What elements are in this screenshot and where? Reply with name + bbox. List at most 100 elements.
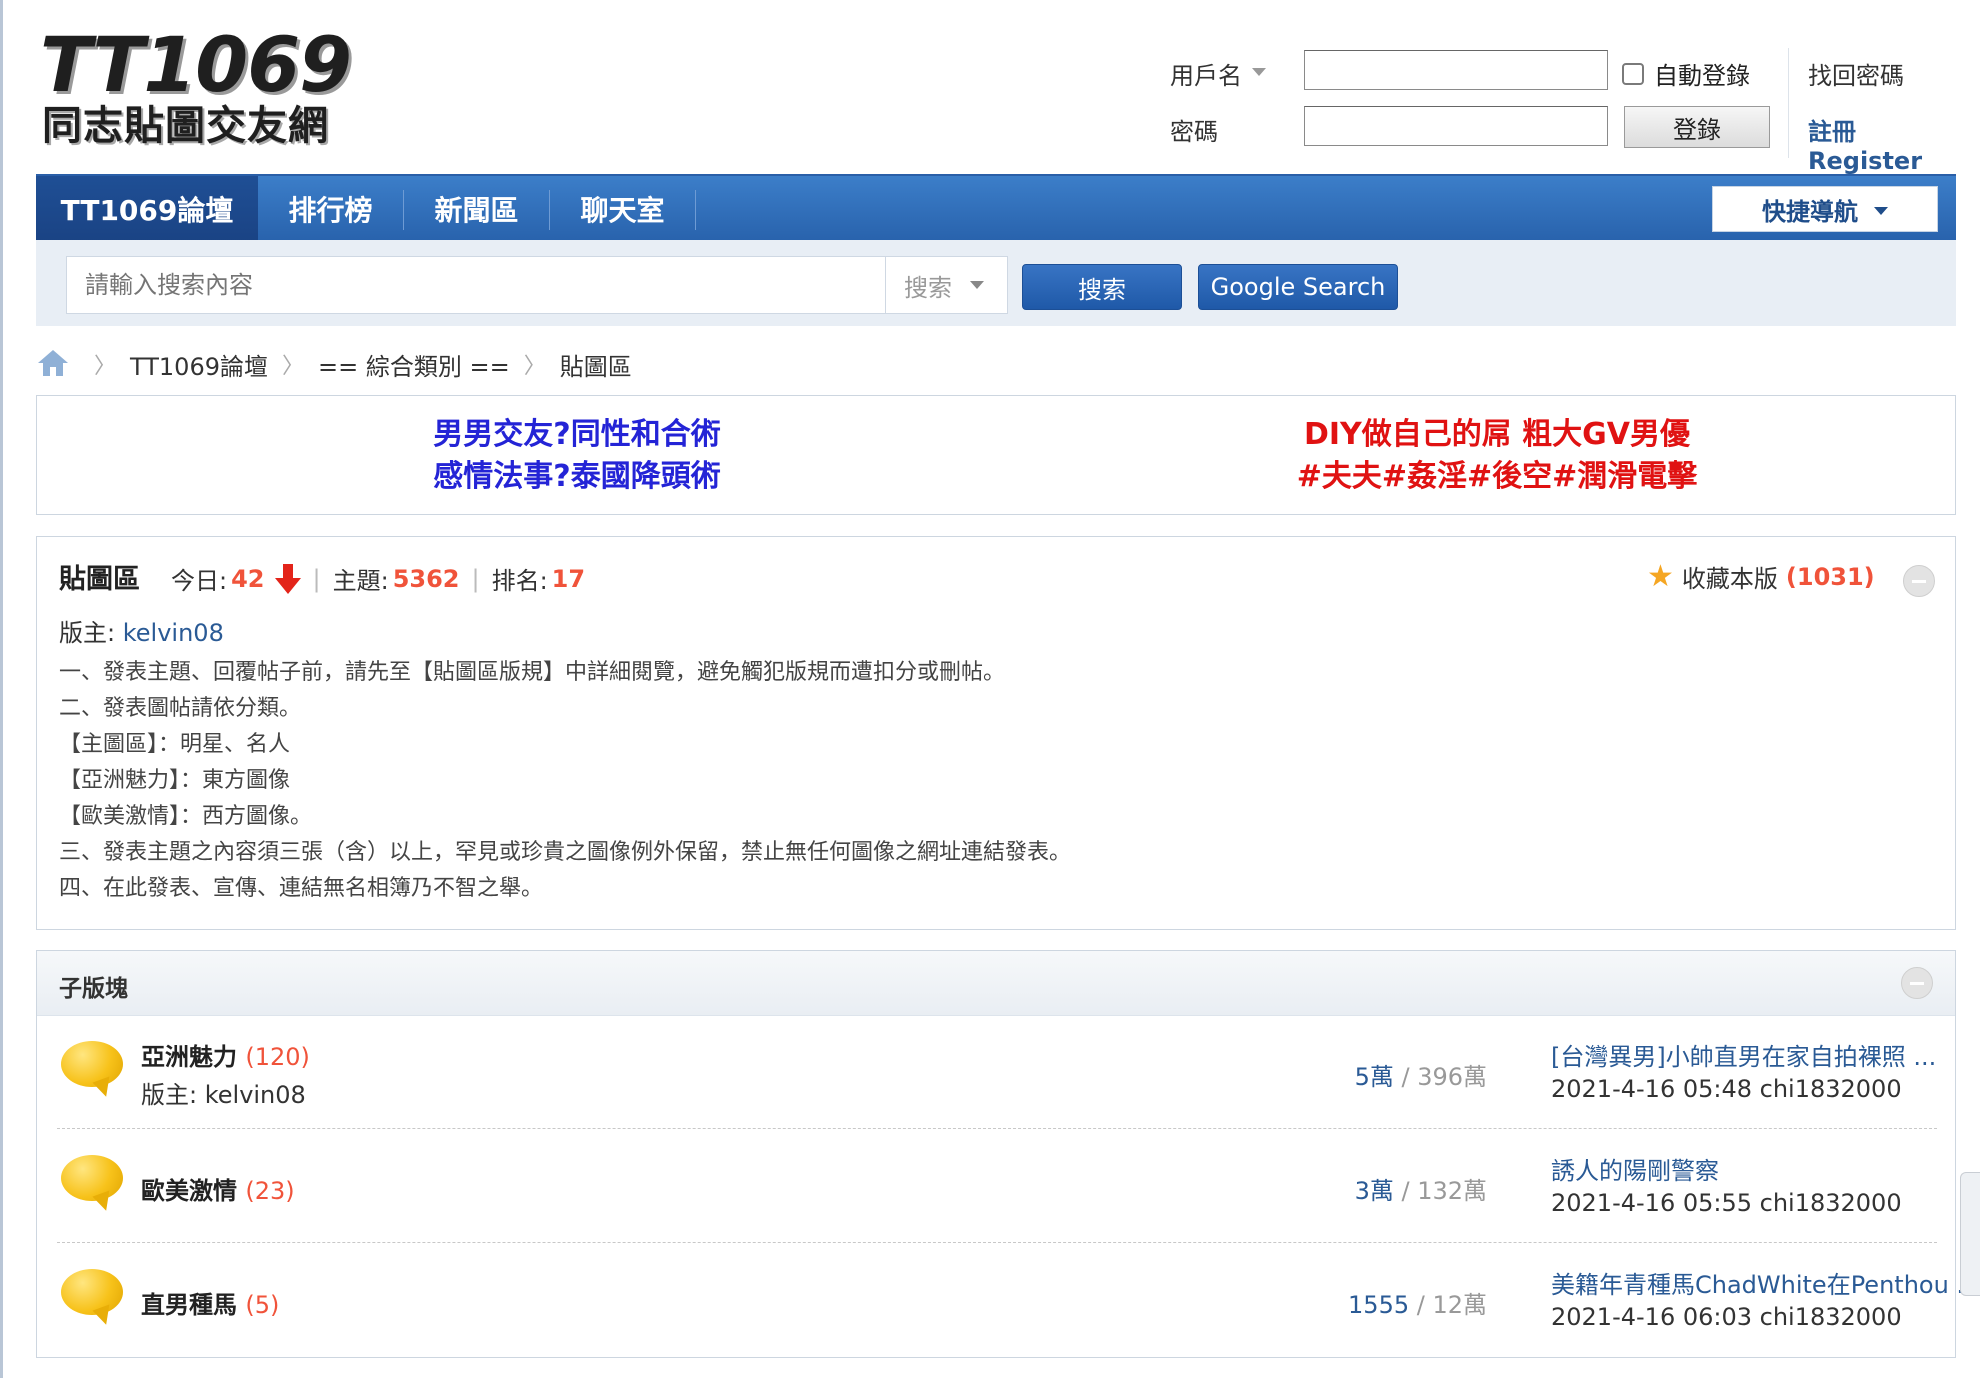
ad-right-line: DIY做自己的屌 粗大GV男優 xyxy=(1303,417,1691,452)
subforums-title: 子版塊 xyxy=(59,976,128,1002)
last-post-link[interactable]: [台灣異男]小帥直男在家自拍裸照 ... xyxy=(1551,1037,1936,1072)
subforum-row: 亞洲魅力 (120) 版主: kelvin08 5萬 / 396萬 [台灣異男]… xyxy=(57,1015,1937,1129)
login-divider xyxy=(1788,48,1789,158)
moderator-label: 版主: xyxy=(59,619,116,647)
scroll-handle[interactable] xyxy=(1960,1172,1980,1296)
breadcrumb-separator: 〉 xyxy=(523,354,546,379)
left-border xyxy=(0,0,3,1378)
chevron-down-icon[interactable] xyxy=(1252,68,1266,76)
password-label: 密碼 xyxy=(1170,118,1218,146)
subforum-row: 歐美激情 (23) 3萬 / 132萬 誘人的陽剛警察 2021-4-16 05… xyxy=(57,1129,1937,1243)
rule-line: 四、在此發表、宣傳、連結無名相簿乃不智之舉。 xyxy=(59,876,544,901)
forum-bubble-icon xyxy=(61,1041,125,1100)
auto-login[interactable]: 自動登錄 xyxy=(1622,56,1750,91)
subforum-name-text[interactable]: 歐美激情 xyxy=(141,1177,237,1205)
search-bar: 搜索 搜索 Google Search xyxy=(36,240,1956,326)
rule-line: 三、發表主題之內容須三張（含）以上，罕見或珍貴之圖像例外保留，禁止無任何圖像之網… xyxy=(59,840,1072,865)
subforum-today-count: (5) xyxy=(245,1291,280,1319)
post-count: 132萬 xyxy=(1417,1177,1487,1205)
topics-label: 主題: xyxy=(332,567,389,595)
subforum-name[interactable]: 歐美激情 (23) xyxy=(141,1171,295,1206)
subforums-header: 子版塊 xyxy=(37,951,1955,1016)
auto-login-label: 自動登錄 xyxy=(1654,62,1750,90)
rule-line: 一、發表主題、回覆帖子前，請先至【貼圖區版規】中詳細閱覽，避免觸犯版規而遭扣分或… xyxy=(59,660,1006,685)
subforum-row: 直男種馬 (5) 1555 / 12萬 美籍年青種馬ChadWhite在Pent… xyxy=(57,1243,1979,1357)
collapse-icon[interactable] xyxy=(1901,967,1933,999)
register-link[interactable]: 註冊Register xyxy=(1808,112,1968,175)
login-panel: 用戶名 密碼 自動登錄 登錄 找回密碼 註冊Register xyxy=(1168,46,1968,175)
forum-title: 貼圖區 xyxy=(59,564,140,595)
nav-divider xyxy=(695,190,696,230)
nav-item-ranking[interactable]: 排行榜 xyxy=(258,176,403,242)
google-search-button[interactable]: Google Search xyxy=(1198,264,1398,310)
chevron-down-icon xyxy=(1874,207,1888,215)
stats-divider: | xyxy=(471,564,480,593)
thread-count: 1555 xyxy=(1348,1291,1410,1319)
subforum-counts: 1555 / 12萬 xyxy=(1348,1291,1487,1319)
breadcrumb: 〉 TT1069論壇 〉 == 綜合類別 == 〉 貼圖區 xyxy=(38,344,632,384)
today-count: 42 xyxy=(231,564,265,593)
favorite-forum[interactable]: ★ 收藏本版 (1031) xyxy=(1647,559,1875,594)
password-input[interactable] xyxy=(1304,106,1608,146)
nav-item-forum[interactable]: TT1069論壇 xyxy=(36,176,258,242)
nav-item-news[interactable]: 新聞區 xyxy=(404,176,549,242)
logo-sub-text: 同志貼圖交友網 xyxy=(42,102,329,149)
breadcrumb-separator: 〉 xyxy=(282,354,305,379)
rank-value: 17 xyxy=(551,564,586,593)
subforum-today-count: (120) xyxy=(245,1043,310,1071)
forum-bubble-icon xyxy=(61,1155,125,1214)
main-nav: TT1069論壇 排行榜 新聞區 聊天室 快捷導航 xyxy=(36,174,1956,242)
last-post-meta: 2021-4-16 06:03 chi1832000 xyxy=(1551,1303,1902,1331)
forum-rules: 一、發表主題、回覆帖子前，請先至【貼圖區版規】中詳細閱覽，避免觸犯版規而遭扣分或… xyxy=(59,655,1071,907)
quick-nav-button[interactable]: 快捷導航 xyxy=(1712,186,1938,232)
last-post-link[interactable]: 美籍年青種馬ChadWhite在Penthou ... xyxy=(1551,1265,1979,1300)
breadcrumb-item-forum[interactable]: TT1069論壇 xyxy=(130,347,268,382)
login-button[interactable]: 登錄 xyxy=(1624,106,1770,148)
subforum-name[interactable]: 直男種馬 (5) xyxy=(141,1285,279,1320)
forum-moderator: 版主: kelvin08 xyxy=(59,613,224,648)
ad-banner: 男男交友?同性和合術 感情法事?泰國降頭術 DIY做自己的屌 粗大GV男優 #夫… xyxy=(36,395,1956,515)
quick-nav-label: 快捷導航 xyxy=(1762,197,1858,226)
thread-count: 5萬 xyxy=(1354,1063,1394,1091)
subforum-name-text[interactable]: 亞洲魅力 xyxy=(141,1043,237,1071)
username-input[interactable] xyxy=(1304,50,1608,90)
breadcrumb-item-category[interactable]: == 綜合類別 == xyxy=(318,347,510,382)
auto-login-checkbox[interactable] xyxy=(1622,62,1644,85)
site-logo[interactable]: TT1069 同志貼圖交友網 xyxy=(40,22,352,152)
search-button[interactable]: 搜索 xyxy=(1022,264,1182,310)
subforum-name[interactable]: 亞洲魅力 (120) xyxy=(141,1037,310,1072)
forum-info: 貼圖區 今日: 42 | 主題: 5362 | 排名: 17 ★ 收藏本版 (1… xyxy=(36,536,1956,930)
favorite-label: 收藏本版 xyxy=(1681,565,1778,593)
thread-count: 3萬 xyxy=(1354,1177,1394,1205)
subforum-moderator: 版主: kelvin08 xyxy=(141,1081,306,1109)
search-box: 搜索 xyxy=(66,256,1008,314)
logo-main-text: TT1069 xyxy=(40,20,352,109)
subforum-name-text[interactable]: 直男種馬 xyxy=(141,1291,237,1319)
search-type-select[interactable]: 搜索 xyxy=(885,257,1007,313)
topics-count: 5362 xyxy=(392,564,460,593)
search-input[interactable] xyxy=(67,257,885,313)
subforum-counts: 3萬 / 132萬 xyxy=(1354,1177,1487,1205)
rule-line: 二、發表圖帖請依分類。 xyxy=(59,696,302,721)
ad-left[interactable]: 男男交友?同性和合術 感情法事?泰國降頭術 xyxy=(357,414,797,498)
subforum-today-count: (23) xyxy=(245,1177,295,1205)
ad-right[interactable]: DIY做自己的屌 粗大GV男優 #夫夫#姦淫#後空#潤滑電擊 xyxy=(1257,414,1737,498)
stats-divider: | xyxy=(312,564,321,593)
arrow-down-icon xyxy=(274,563,301,594)
rule-line: 【主圖區】：明星、名人 xyxy=(59,732,291,757)
ad-right-line: #夫夫#姦淫#後空#潤滑電擊 xyxy=(1296,459,1698,494)
nav-item-chat[interactable]: 聊天室 xyxy=(550,176,695,242)
forum-stats: 今日: 42 | 主題: 5362 | 排名: 17 xyxy=(171,561,585,596)
username-label[interactable]: 用戶名 xyxy=(1170,56,1242,91)
subforums: 子版塊 亞洲魅力 (120) 版主: kelvin08 5萬 / 396萬 [台… xyxy=(36,950,1979,1358)
collapse-icon[interactable] xyxy=(1903,565,1935,597)
moderator-link[interactable]: kelvin08 xyxy=(123,619,224,647)
breadcrumb-item-current[interactable]: 貼圖區 xyxy=(560,347,632,382)
search-type-value: 搜索 xyxy=(904,273,952,302)
rule-line: 【亞洲魅力】：東方圖像 xyxy=(59,768,291,793)
last-post-link[interactable]: 誘人的陽剛警察 xyxy=(1551,1151,1719,1186)
last-post-meta: 2021-4-16 05:55 chi1832000 xyxy=(1551,1189,1902,1217)
recover-password-link[interactable]: 找回密碼 xyxy=(1808,56,1904,91)
home-icon[interactable] xyxy=(38,350,68,378)
last-post-meta: 2021-4-16 05:48 chi1832000 xyxy=(1551,1075,1902,1103)
